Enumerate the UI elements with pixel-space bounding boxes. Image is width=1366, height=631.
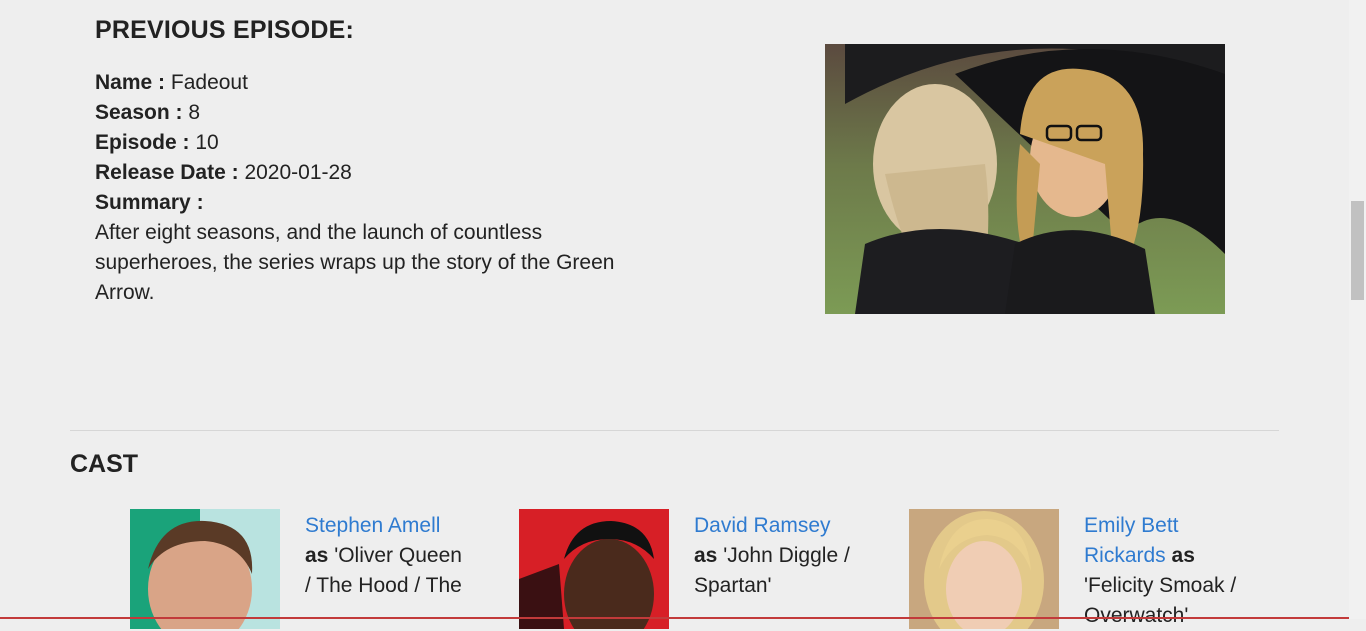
cast-photo-stephen-amell[interactable]: [130, 509, 280, 629]
episode-info: Name : Fadeout Season : 8 Episode : 10 R…: [95, 68, 665, 308]
season-label: Season :: [95, 101, 183, 124]
cast-photo-david-ramsey[interactable]: [519, 509, 669, 629]
release-date-row: Release Date : 2020-01-28: [95, 158, 665, 188]
page-content: PREVIOUS EPISODE: Name : Fadeout Season …: [0, 0, 1349, 629]
release-date-value: 2020-01-28: [244, 161, 352, 184]
role-stephen-amell: 'Oliver Queen / The Hood / The: [305, 544, 462, 597]
scrollbar-thumb[interactable]: [1351, 201, 1364, 300]
actor-link-david-ramsey[interactable]: David Ramsey: [694, 514, 831, 537]
as-label: as: [694, 544, 718, 567]
summary-label-row: Summary :: [95, 188, 665, 218]
role-emily-bett-rickards: 'Felicity Smoak / Overwatch': [1084, 574, 1237, 627]
summary-text: After eight seasons, and the launch of c…: [95, 221, 615, 304]
release-date-label: Release Date :: [95, 161, 239, 184]
as-label: as: [1171, 544, 1195, 567]
episode-image: [825, 44, 1225, 314]
cast-photo-emily-bett-rickards[interactable]: [909, 509, 1059, 629]
cast-text-stephen-amell: Stephen Amell as 'Oliver Queen / The Hoo…: [305, 511, 465, 601]
vertical-scrollbar[interactable]: [1349, 0, 1366, 619]
previous-episode-heading: PREVIOUS EPISODE:: [95, 16, 355, 44]
summary-label: Summary :: [95, 191, 204, 214]
name-label: Name :: [95, 71, 166, 94]
actor-link-emily-bett-rickards[interactable]: Emily Bett Rickards: [1084, 514, 1179, 567]
cast-text-david-ramsey: David Ramsey as 'John Diggle / Spartan': [694, 511, 854, 601]
section-divider: [70, 430, 1279, 431]
as-label: as: [305, 544, 329, 567]
cast-text-emily-bett-rickards: Emily Bett Rickards as 'Felicity Smoak /…: [1084, 511, 1254, 631]
episode-number-value: 10: [195, 131, 219, 154]
episode-name-value: Fadeout: [170, 71, 248, 94]
episode-name-row: Name : Fadeout: [95, 68, 665, 98]
episode-label: Episode :: [95, 131, 190, 154]
episode-number-row: Episode : 10: [95, 128, 665, 158]
actor-link-stephen-amell[interactable]: Stephen Amell: [305, 514, 440, 537]
cast-heading: CAST: [70, 450, 139, 478]
role-david-ramsey: 'John Diggle / Spartan': [694, 544, 850, 597]
season-row: Season : 8: [95, 98, 665, 128]
season-value: 8: [188, 101, 201, 124]
